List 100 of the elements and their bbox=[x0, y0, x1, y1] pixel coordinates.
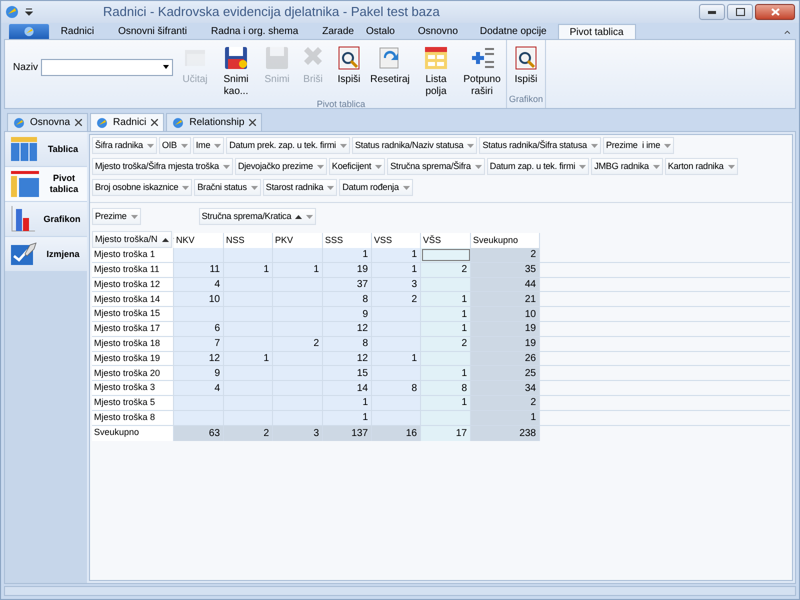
pivot-cell[interactable]: 26 bbox=[471, 352, 540, 366]
pivot-cell[interactable]: 1 bbox=[224, 352, 273, 366]
field-button[interactable]: Prezime i ime bbox=[602, 137, 674, 154]
field-button[interactable]: Prezime bbox=[92, 208, 141, 225]
pivot-cell[interactable]: 238 bbox=[471, 426, 540, 441]
quick-access-dropdown-icon[interactable] bbox=[25, 8, 33, 16]
pivot-cell[interactable]: 1 bbox=[372, 248, 421, 262]
nav-item[interactable]: Pivot tablica bbox=[5, 167, 87, 201]
field-button[interactable]: Bračni status bbox=[194, 179, 261, 196]
pivot-cell[interactable]: 9 bbox=[323, 307, 372, 321]
pivot-cell[interactable]: 9 bbox=[174, 366, 224, 380]
pivot-cell[interactable]: 8 bbox=[323, 292, 372, 306]
pivot-cell[interactable]: 1 bbox=[224, 262, 273, 277]
ribbon-button[interactable]: Resetiraj bbox=[368, 44, 412, 86]
pivot-cell[interactable]: 1 bbox=[372, 262, 421, 277]
pivot-cell[interactable]: 1 bbox=[421, 366, 471, 380]
pivot-cell[interactable]: 19 bbox=[323, 262, 372, 277]
field-button[interactable]: Starost radnika bbox=[262, 179, 338, 196]
pivot-cell[interactable]: 1 bbox=[323, 410, 372, 425]
naziv-dropdown[interactable] bbox=[41, 58, 174, 76]
pivot-cell[interactable]: 2 bbox=[372, 292, 421, 306]
application-menu-button[interactable] bbox=[9, 24, 49, 39]
field-button[interactable]: Mjesto troška/N bbox=[92, 231, 172, 248]
document-tab[interactable]: Radnici bbox=[90, 113, 164, 131]
pivot-cell[interactable] bbox=[174, 248, 224, 262]
field-button[interactable]: Karton radnika bbox=[664, 158, 738, 175]
pivot-cell[interactable] bbox=[421, 410, 471, 425]
field-button[interactable]: Status radnika/Šifra statusa bbox=[479, 137, 601, 154]
field-button[interactable]: Stručna sprema/Šifra bbox=[387, 158, 485, 175]
pivot-cell[interactable]: 3 bbox=[273, 426, 323, 441]
field-button[interactable]: Broj osobne iskaznice bbox=[92, 179, 192, 196]
ribbon-tab[interactable]: Dodatne opcije bbox=[468, 24, 558, 39]
pivot-cell[interactable]: 21 bbox=[471, 292, 540, 306]
pivot-cell[interactable]: 1 bbox=[323, 248, 372, 262]
pivot-cell[interactable]: 4 bbox=[174, 278, 224, 292]
document-tab[interactable]: Osnovna bbox=[7, 113, 88, 131]
pivot-cell[interactable] bbox=[174, 410, 224, 425]
ribbon-tab[interactable]: Radna i org. shema bbox=[198, 24, 310, 39]
ribbon-tab[interactable]: Osnovno bbox=[406, 24, 469, 39]
field-button[interactable]: Ime bbox=[192, 137, 224, 154]
pivot-cell[interactable]: 12 bbox=[174, 352, 224, 366]
nav-item[interactable]: Izmjena bbox=[5, 237, 87, 271]
pivot-cell[interactable]: 1 bbox=[372, 352, 421, 366]
pivot-cell[interactable]: 19 bbox=[471, 322, 540, 336]
pivot-cell[interactable]: 2 bbox=[421, 336, 471, 351]
ribbon-tab[interactable]: Pivot tablica bbox=[558, 24, 636, 39]
field-button[interactable]: Šifra radnika bbox=[92, 137, 157, 154]
ribbon-button[interactable]: Potpuno raširi bbox=[460, 44, 504, 98]
pivot-cell[interactable] bbox=[174, 307, 224, 321]
pivot-cell[interactable]: 8 bbox=[372, 381, 421, 395]
field-button[interactable]: Status radnika/Naziv statusa bbox=[352, 137, 478, 154]
pivot-cell[interactable]: 2 bbox=[471, 396, 540, 410]
pivot-cell[interactable]: 37 bbox=[323, 278, 372, 292]
nav-item[interactable]: Tablica bbox=[5, 132, 87, 166]
pivot-cell[interactable]: 11 bbox=[174, 262, 224, 277]
pivot-cell[interactable]: 15 bbox=[323, 366, 372, 380]
pivot-cell[interactable]: 8 bbox=[421, 381, 471, 395]
pivot-cell[interactable] bbox=[372, 410, 421, 425]
pivot-cell[interactable]: 7 bbox=[174, 336, 224, 351]
minimize-button[interactable] bbox=[699, 4, 725, 20]
field-button[interactable]: OIB bbox=[158, 137, 191, 154]
pivot-cell[interactable]: 35 bbox=[471, 262, 540, 277]
pivot-cell[interactable] bbox=[174, 396, 224, 410]
ribbon-tab[interactable]: Osnovni šifranti bbox=[106, 24, 199, 39]
nav-item[interactable]: Grafikon bbox=[5, 202, 87, 236]
pivot-cell[interactable]: 10 bbox=[471, 307, 540, 321]
pivot-cell[interactable]: 1 bbox=[421, 396, 471, 410]
pivot-cell[interactable]: 63 bbox=[174, 426, 224, 441]
pivot-cell[interactable] bbox=[421, 278, 471, 292]
field-button[interactable]: Koeficijent bbox=[328, 158, 386, 175]
ribbon-tab[interactable]: Radnici bbox=[48, 24, 106, 39]
document-tab[interactable]: Relationship bbox=[166, 113, 262, 131]
pivot-cell[interactable]: 16 bbox=[372, 426, 421, 441]
field-button[interactable]: Datum rođenja bbox=[339, 179, 413, 196]
pivot-cell[interactable]: 1 bbox=[421, 292, 471, 306]
field-button[interactable]: Djevojačko prezime bbox=[234, 158, 327, 175]
pivot-cell[interactable]: 2 bbox=[273, 336, 323, 351]
pivot-cell[interactable]: 137 bbox=[323, 426, 372, 441]
ribbon-tab[interactable]: Zarade bbox=[310, 24, 366, 39]
pivot-cell[interactable]: 44 bbox=[471, 278, 540, 292]
pivot-cell[interactable]: 19 bbox=[471, 336, 540, 351]
ribbon-button[interactable]: Snimi kao... bbox=[214, 44, 258, 98]
pivot-cell[interactable]: 2 bbox=[471, 248, 540, 262]
pivot-cell[interactable]: 2 bbox=[224, 426, 273, 441]
pivot-cell[interactable]: 34 bbox=[471, 381, 540, 395]
pivot-cell[interactable]: 8 bbox=[323, 336, 372, 351]
field-button[interactable]: JMBG radnika bbox=[591, 158, 663, 175]
pivot-cell[interactable]: 1 bbox=[273, 262, 323, 277]
pivot-cell[interactable] bbox=[421, 248, 471, 262]
pivot-cell[interactable]: 17 bbox=[421, 426, 471, 441]
pivot-cell[interactable]: 14 bbox=[323, 381, 372, 395]
collapse-ribbon-icon[interactable] bbox=[784, 29, 791, 35]
ribbon-button[interactable]: Lista polja bbox=[414, 44, 458, 98]
pivot-cell[interactable]: 1 bbox=[421, 307, 471, 321]
field-button[interactable]: Datum prek. zap. u tek. firmi bbox=[226, 137, 350, 154]
pivot-cell[interactable]: 12 bbox=[323, 322, 372, 336]
close-button[interactable] bbox=[755, 4, 795, 20]
field-button[interactable]: Mjesto troška/Šifra mjesta troška bbox=[92, 158, 233, 175]
pivot-cell[interactable] bbox=[224, 248, 273, 262]
pivot-cell[interactable] bbox=[273, 248, 323, 262]
